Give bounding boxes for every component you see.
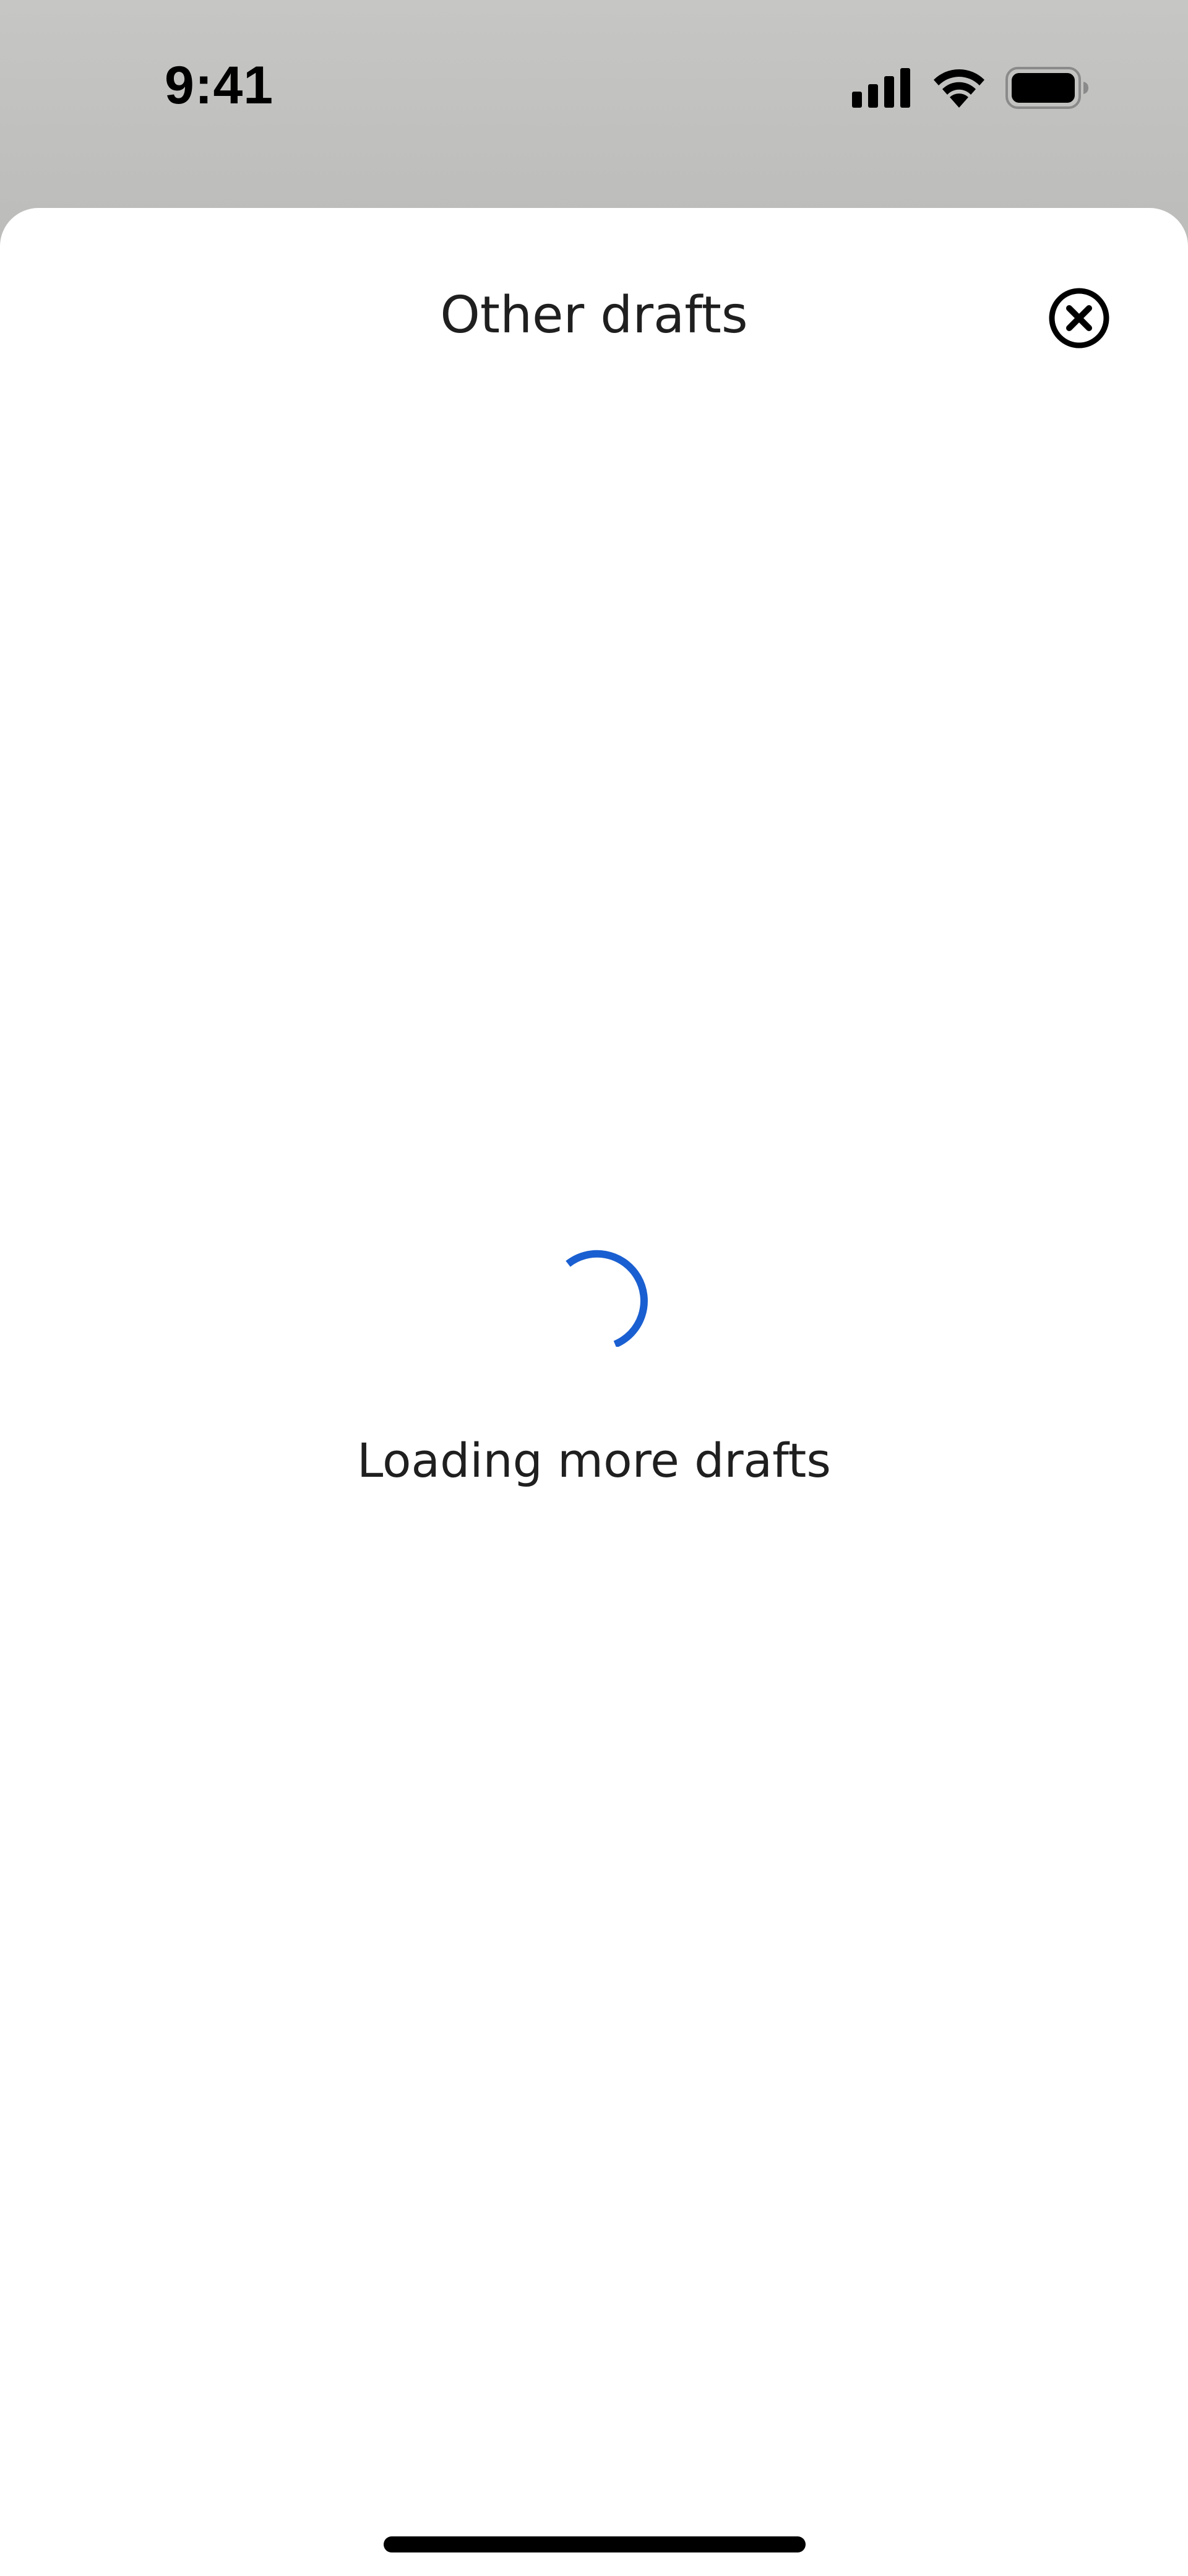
status-time: 9:41 — [165, 56, 274, 115]
loading-message: Loading more drafts — [357, 1433, 831, 1488]
status-bar: 9:41 — [0, 0, 1188, 186]
close-circle-icon — [1049, 288, 1109, 348]
signal-icon — [852, 68, 910, 108]
other-drafts-sheet: Other drafts Loading more drafts — [0, 208, 1188, 2576]
close-button[interactable] — [1047, 286, 1111, 350]
loading-spinner-icon — [566, 1250, 648, 1347]
battery-icon — [1005, 67, 1088, 109]
wifi-icon — [934, 69, 984, 108]
home-indicator[interactable] — [384, 2536, 806, 2552]
app-screen: 9:41 Other drafts Loading more drafts — [0, 0, 1188, 2576]
sheet-title: Other drafts — [440, 286, 748, 345]
